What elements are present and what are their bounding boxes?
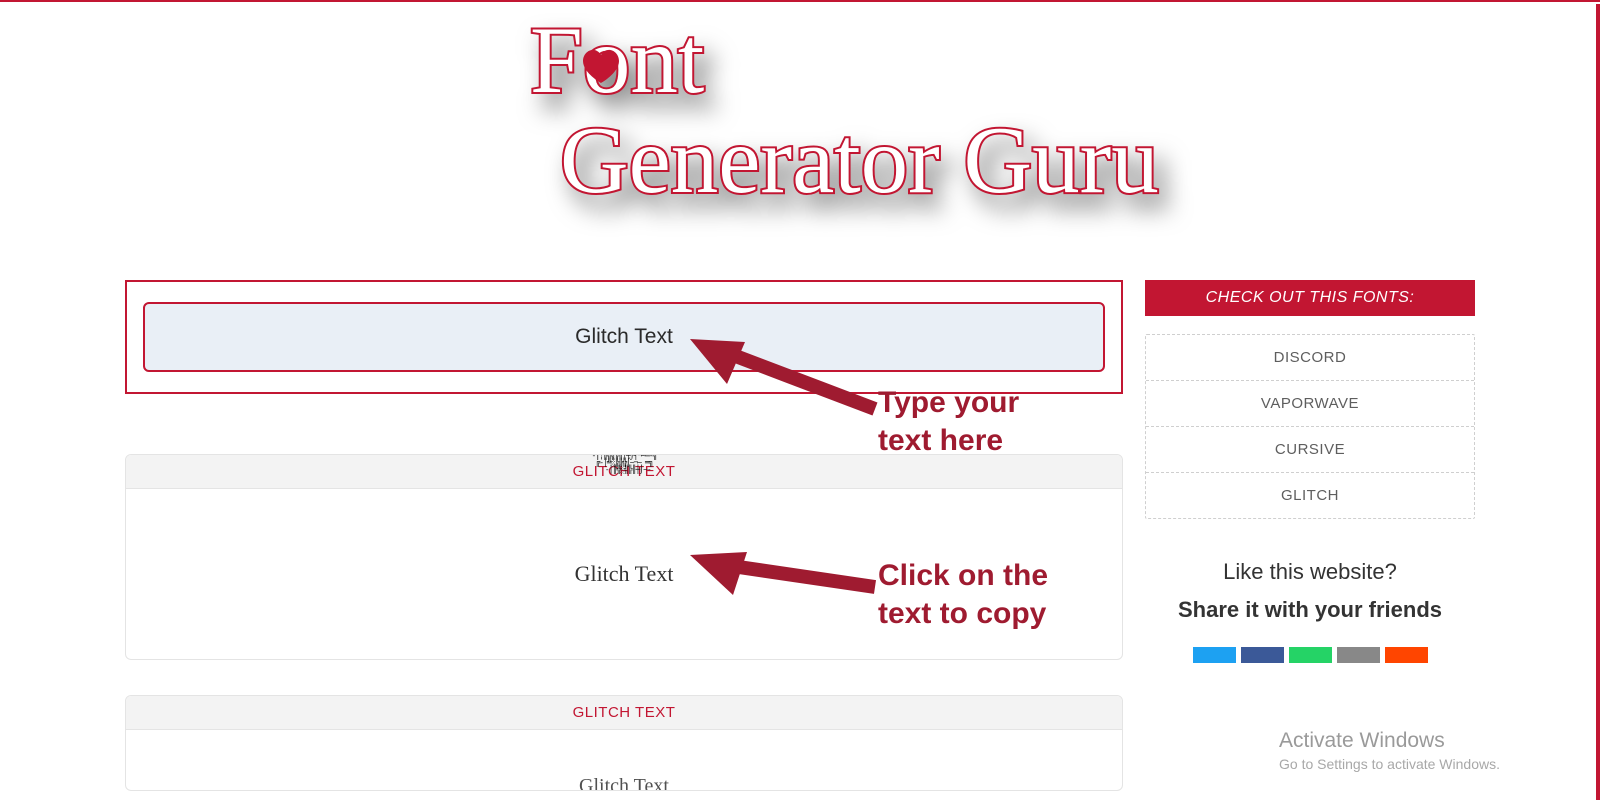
social-row — [1145, 647, 1475, 663]
glitch-output-text: Glitch Text — [579, 775, 669, 791]
share-twitter[interactable] — [1193, 647, 1236, 663]
input-container — [125, 280, 1123, 394]
font-link-glitch[interactable]: GLITCH — [1146, 473, 1474, 518]
font-link-discord[interactable]: DISCORD — [1146, 335, 1474, 381]
font-link-vaporwave[interactable]: VAPORWAVE — [1146, 381, 1474, 427]
logo-line2: Generator Guru — [560, 107, 1159, 213]
glitch-output-text: Glitch Text — [575, 561, 674, 587]
watermark-subtitle: Go to Settings to activate Windows. — [1279, 756, 1500, 772]
glitch-noise: ༄≈⌐¬-- ╔╦- ░│║╬⌠~ ⌐¬═ ┌-│╩░▒╬║│⌡~¬╗═- -⌠… — [592, 454, 657, 473]
share-email[interactable] — [1337, 647, 1380, 663]
result-header: GLITCH TEXT — [126, 696, 1122, 730]
result-card-1: GLITCH TEXT ༄≈⌐¬-- ╔╦- ░│║╬⌠~ ⌐¬═ ┌-│╩░▒… — [125, 454, 1123, 660]
sidebar-title: CHECK OUT THIS FONTS: — [1145, 280, 1475, 316]
windows-watermark: Activate Windows Go to Settings to activ… — [1279, 729, 1500, 772]
logo: .script { font-family: 'Brush Script MT'… — [0, 2, 1600, 262]
font-link-cursive[interactable]: CURSIVE — [1146, 427, 1474, 473]
result-body[interactable]: ༄≈⌐¬-- ╔╦- ░│║╬⌠~ ⌐¬═ ┌-│╩░▒╬║│⌡~¬╗═- -⌠… — [126, 489, 1122, 659]
share-tagline: Share it with your friends — [1145, 597, 1475, 623]
share-reddit[interactable] — [1385, 647, 1428, 663]
share-box: Like this website? Share it with your fr… — [1145, 559, 1475, 663]
text-input[interactable] — [143, 302, 1105, 372]
share-facebook[interactable] — [1241, 647, 1284, 663]
result-body[interactable]: Glitch Text — [126, 730, 1122, 790]
share-question: Like this website? — [1145, 559, 1475, 585]
share-whatsapp[interactable] — [1289, 647, 1332, 663]
result-card-2: GLITCH TEXT Glitch Text — [125, 695, 1123, 791]
font-links-list: DISCORD VAPORWAVE CURSIVE GLITCH — [1145, 334, 1475, 519]
watermark-title: Activate Windows — [1279, 729, 1500, 753]
